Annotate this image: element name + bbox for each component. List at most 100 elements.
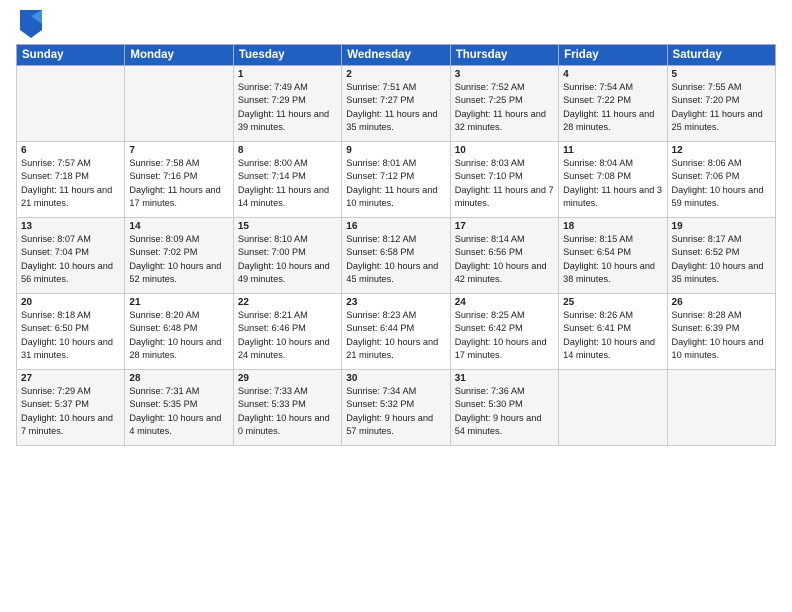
day-number: 26 <box>672 297 771 308</box>
day-number: 28 <box>129 373 228 384</box>
calendar-cell: 4Sunrise: 7:54 AM Sunset: 7:22 PM Daylig… <box>559 66 667 142</box>
calendar-cell: 10Sunrise: 8:03 AM Sunset: 7:10 PM Dayli… <box>450 142 558 218</box>
calendar-cell <box>667 370 775 446</box>
day-number: 9 <box>346 145 445 156</box>
header-day-saturday: Saturday <box>667 45 775 66</box>
day-number: 3 <box>455 69 554 80</box>
day-number: 1 <box>238 69 337 80</box>
day-info: Sunrise: 7:36 AM Sunset: 5:30 PM Dayligh… <box>455 385 554 438</box>
day-info: Sunrise: 8:21 AM Sunset: 6:46 PM Dayligh… <box>238 309 337 362</box>
week-row-5: 27Sunrise: 7:29 AM Sunset: 5:37 PM Dayli… <box>17 370 776 446</box>
calendar-cell: 27Sunrise: 7:29 AM Sunset: 5:37 PM Dayli… <box>17 370 125 446</box>
day-info: Sunrise: 8:09 AM Sunset: 7:02 PM Dayligh… <box>129 233 228 286</box>
day-number: 23 <box>346 297 445 308</box>
header-row: SundayMondayTuesdayWednesdayThursdayFrid… <box>17 45 776 66</box>
calendar-cell <box>559 370 667 446</box>
day-number: 15 <box>238 221 337 232</box>
day-number: 8 <box>238 145 337 156</box>
day-number: 27 <box>21 373 120 384</box>
calendar-cell: 2Sunrise: 7:51 AM Sunset: 7:27 PM Daylig… <box>342 66 450 142</box>
day-number: 24 <box>455 297 554 308</box>
day-info: Sunrise: 8:25 AM Sunset: 6:42 PM Dayligh… <box>455 309 554 362</box>
day-number: 7 <box>129 145 228 156</box>
day-info: Sunrise: 7:58 AM Sunset: 7:16 PM Dayligh… <box>129 157 228 210</box>
calendar-cell: 12Sunrise: 8:06 AM Sunset: 7:06 PM Dayli… <box>667 142 775 218</box>
calendar-cell: 3Sunrise: 7:52 AM Sunset: 7:25 PM Daylig… <box>450 66 558 142</box>
day-number: 12 <box>672 145 771 156</box>
day-info: Sunrise: 7:33 AM Sunset: 5:33 PM Dayligh… <box>238 385 337 438</box>
day-number: 14 <box>129 221 228 232</box>
header-day-sunday: Sunday <box>17 45 125 66</box>
day-number: 4 <box>563 69 662 80</box>
calendar-cell: 9Sunrise: 8:01 AM Sunset: 7:12 PM Daylig… <box>342 142 450 218</box>
day-number: 11 <box>563 145 662 156</box>
header <box>16 10 776 38</box>
day-info: Sunrise: 7:29 AM Sunset: 5:37 PM Dayligh… <box>21 385 120 438</box>
calendar-cell: 24Sunrise: 8:25 AM Sunset: 6:42 PM Dayli… <box>450 294 558 370</box>
calendar-table: SundayMondayTuesdayWednesdayThursdayFrid… <box>16 44 776 446</box>
day-info: Sunrise: 8:18 AM Sunset: 6:50 PM Dayligh… <box>21 309 120 362</box>
day-number: 13 <box>21 221 120 232</box>
calendar-cell: 25Sunrise: 8:26 AM Sunset: 6:41 PM Dayli… <box>559 294 667 370</box>
day-number: 19 <box>672 221 771 232</box>
day-info: Sunrise: 7:54 AM Sunset: 7:22 PM Dayligh… <box>563 81 662 134</box>
day-info: Sunrise: 8:10 AM Sunset: 7:00 PM Dayligh… <box>238 233 337 286</box>
calendar-cell: 19Sunrise: 8:17 AM Sunset: 6:52 PM Dayli… <box>667 218 775 294</box>
page: SundayMondayTuesdayWednesdayThursdayFrid… <box>0 0 792 612</box>
day-number: 20 <box>21 297 120 308</box>
calendar-cell: 26Sunrise: 8:28 AM Sunset: 6:39 PM Dayli… <box>667 294 775 370</box>
calendar-cell: 14Sunrise: 8:09 AM Sunset: 7:02 PM Dayli… <box>125 218 233 294</box>
day-info: Sunrise: 8:00 AM Sunset: 7:14 PM Dayligh… <box>238 157 337 210</box>
calendar-cell: 17Sunrise: 8:14 AM Sunset: 6:56 PM Dayli… <box>450 218 558 294</box>
calendar-cell: 30Sunrise: 7:34 AM Sunset: 5:32 PM Dayli… <box>342 370 450 446</box>
calendar-cell: 7Sunrise: 7:58 AM Sunset: 7:16 PM Daylig… <box>125 142 233 218</box>
calendar-header: SundayMondayTuesdayWednesdayThursdayFrid… <box>17 45 776 66</box>
day-info: Sunrise: 8:26 AM Sunset: 6:41 PM Dayligh… <box>563 309 662 362</box>
calendar-cell: 28Sunrise: 7:31 AM Sunset: 5:35 PM Dayli… <box>125 370 233 446</box>
calendar-cell: 15Sunrise: 8:10 AM Sunset: 7:00 PM Dayli… <box>233 218 341 294</box>
calendar-cell: 23Sunrise: 8:23 AM Sunset: 6:44 PM Dayli… <box>342 294 450 370</box>
day-number: 22 <box>238 297 337 308</box>
week-row-4: 20Sunrise: 8:18 AM Sunset: 6:50 PM Dayli… <box>17 294 776 370</box>
day-number: 2 <box>346 69 445 80</box>
day-number: 17 <box>455 221 554 232</box>
day-number: 21 <box>129 297 228 308</box>
day-info: Sunrise: 8:06 AM Sunset: 7:06 PM Dayligh… <box>672 157 771 210</box>
day-number: 25 <box>563 297 662 308</box>
calendar-cell: 8Sunrise: 8:00 AM Sunset: 7:14 PM Daylig… <box>233 142 341 218</box>
day-number: 30 <box>346 373 445 384</box>
calendar-cell <box>17 66 125 142</box>
day-number: 6 <box>21 145 120 156</box>
day-info: Sunrise: 7:57 AM Sunset: 7:18 PM Dayligh… <box>21 157 120 210</box>
day-info: Sunrise: 7:51 AM Sunset: 7:27 PM Dayligh… <box>346 81 445 134</box>
calendar-cell <box>125 66 233 142</box>
header-day-tuesday: Tuesday <box>233 45 341 66</box>
calendar-cell: 11Sunrise: 8:04 AM Sunset: 7:08 PM Dayli… <box>559 142 667 218</box>
calendar-cell: 20Sunrise: 8:18 AM Sunset: 6:50 PM Dayli… <box>17 294 125 370</box>
calendar-cell: 5Sunrise: 7:55 AM Sunset: 7:20 PM Daylig… <box>667 66 775 142</box>
calendar-cell: 13Sunrise: 8:07 AM Sunset: 7:04 PM Dayli… <box>17 218 125 294</box>
day-number: 5 <box>672 69 771 80</box>
calendar-cell: 16Sunrise: 8:12 AM Sunset: 6:58 PM Dayli… <box>342 218 450 294</box>
day-info: Sunrise: 8:14 AM Sunset: 6:56 PM Dayligh… <box>455 233 554 286</box>
day-info: Sunrise: 8:01 AM Sunset: 7:12 PM Dayligh… <box>346 157 445 210</box>
logo-icon <box>20 10 42 38</box>
header-day-friday: Friday <box>559 45 667 66</box>
day-number: 18 <box>563 221 662 232</box>
day-number: 29 <box>238 373 337 384</box>
day-info: Sunrise: 7:52 AM Sunset: 7:25 PM Dayligh… <box>455 81 554 134</box>
logo <box>16 10 42 38</box>
day-info: Sunrise: 8:04 AM Sunset: 7:08 PM Dayligh… <box>563 157 662 210</box>
calendar-cell: 21Sunrise: 8:20 AM Sunset: 6:48 PM Dayli… <box>125 294 233 370</box>
day-number: 31 <box>455 373 554 384</box>
day-info: Sunrise: 7:31 AM Sunset: 5:35 PM Dayligh… <box>129 385 228 438</box>
day-info: Sunrise: 8:23 AM Sunset: 6:44 PM Dayligh… <box>346 309 445 362</box>
day-number: 10 <box>455 145 554 156</box>
calendar-body: 1Sunrise: 7:49 AM Sunset: 7:29 PM Daylig… <box>17 66 776 446</box>
header-day-wednesday: Wednesday <box>342 45 450 66</box>
day-info: Sunrise: 7:34 AM Sunset: 5:32 PM Dayligh… <box>346 385 445 438</box>
calendar-cell: 29Sunrise: 7:33 AM Sunset: 5:33 PM Dayli… <box>233 370 341 446</box>
calendar-cell: 6Sunrise: 7:57 AM Sunset: 7:18 PM Daylig… <box>17 142 125 218</box>
calendar-cell: 18Sunrise: 8:15 AM Sunset: 6:54 PM Dayli… <box>559 218 667 294</box>
day-info: Sunrise: 8:15 AM Sunset: 6:54 PM Dayligh… <box>563 233 662 286</box>
